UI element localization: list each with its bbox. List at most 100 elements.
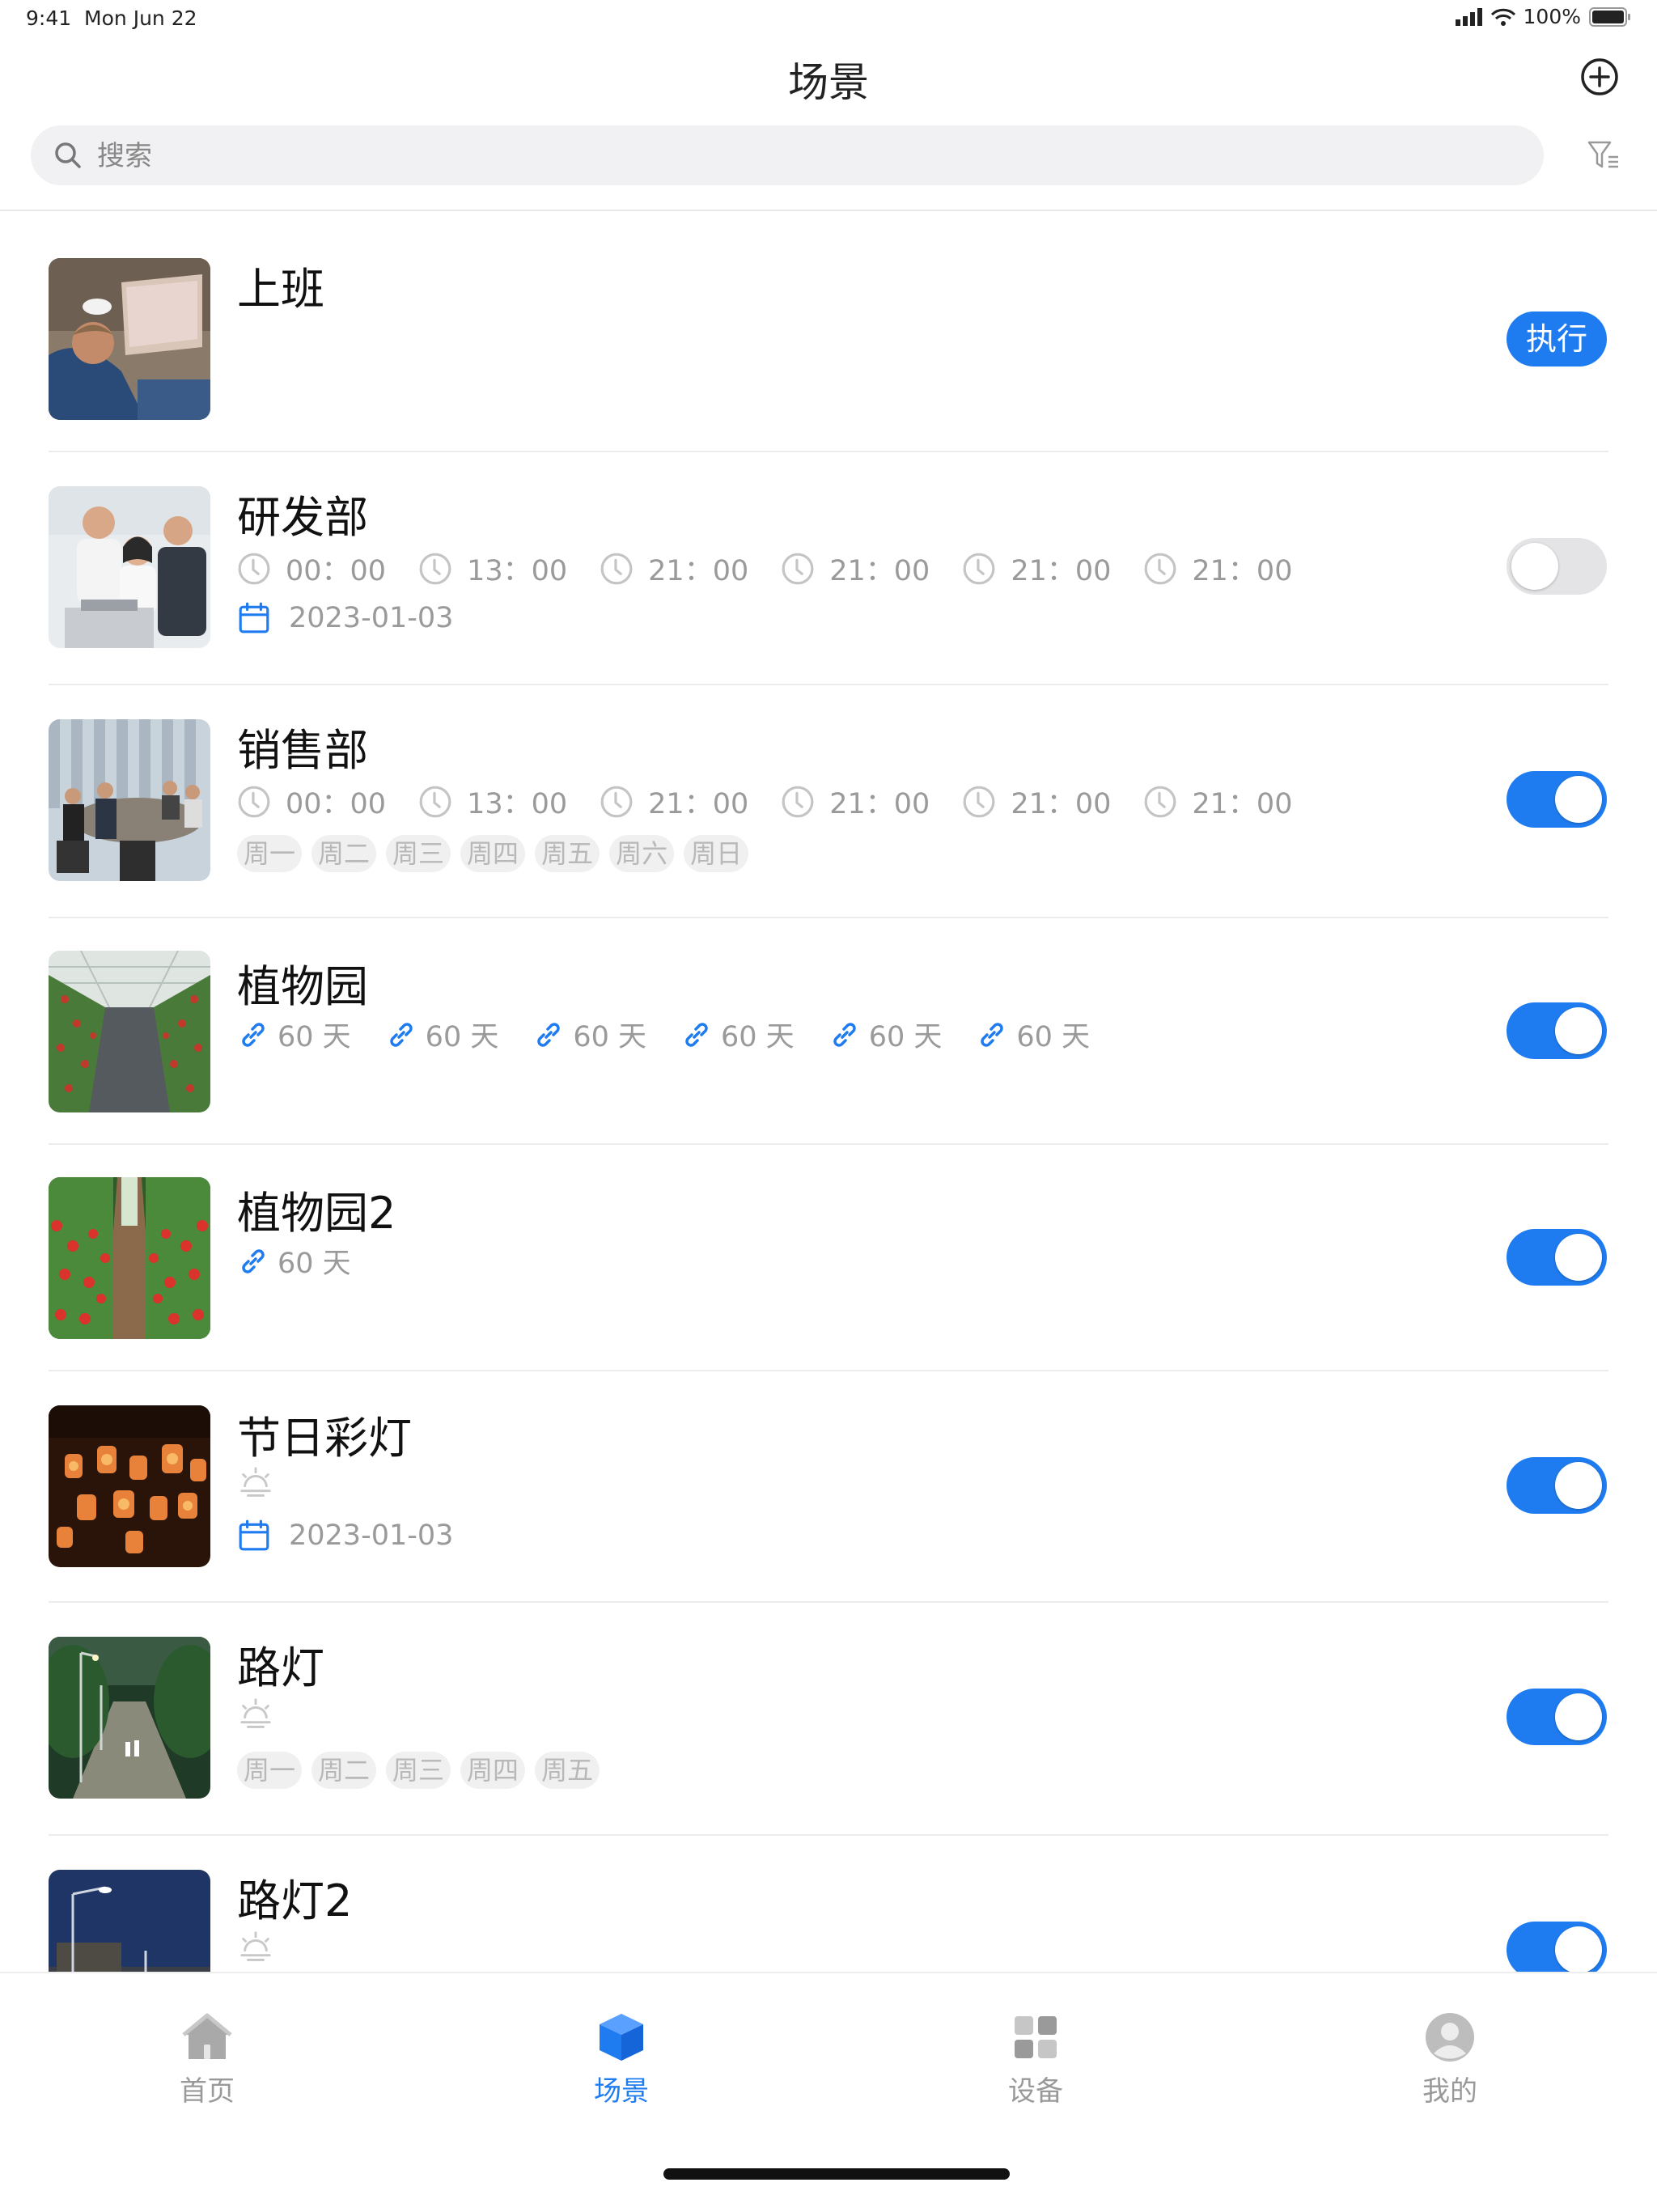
link-item: 60 天 — [385, 1014, 498, 1055]
time-item: 21：00 — [600, 548, 748, 589]
toggle-knob — [1555, 1234, 1602, 1281]
weekday-chip: 周四 — [460, 835, 526, 872]
clock-icon — [781, 552, 815, 586]
home-indicator — [663, 2168, 1010, 2180]
scene-row[interactable]: 植物园 60 天 60 天 60 天 60 天 60 天 60 天 — [0, 918, 1657, 1145]
clock-icon — [962, 785, 996, 819]
status-right: 100% — [1455, 5, 1631, 28]
sunrise-icon — [237, 1465, 274, 1502]
scene-row[interactable]: 路灯 周一 周二 周三 周四 周五 — [0, 1603, 1657, 1836]
filter-icon — [1587, 141, 1618, 168]
tab-scene[interactable]: 场景 — [540, 1973, 702, 2108]
scene-row[interactable]: 路灯2 — [0, 1836, 1657, 1972]
clock-icon — [237, 552, 271, 586]
scene-title: 研发部 — [237, 492, 368, 543]
weekday-chip: 周二 — [311, 835, 377, 872]
scene-title: 路灯2 — [237, 1875, 353, 1926]
link-item: 60 天 — [237, 1240, 351, 1282]
link-icon — [237, 1245, 269, 1278]
scene-title: 上班 — [237, 264, 324, 315]
time-item: 21：00 — [962, 781, 1111, 822]
calendar-icon — [237, 1519, 271, 1553]
scene-image-office — [49, 258, 210, 420]
clock-icon — [781, 785, 815, 819]
scene-row[interactable]: 销售部 00：00 13：00 21：00 21：00 21：00 21：00 … — [0, 685, 1657, 918]
clock-icon — [1143, 552, 1177, 586]
link-list: 60 天 60 天 60 天 60 天 60 天 60 天 — [237, 1014, 1124, 1055]
scene-row[interactable]: 植物园2 60 天 — [0, 1145, 1657, 1371]
scene-title: 销售部 — [237, 725, 368, 776]
link-icon — [385, 1019, 417, 1051]
clock-icon — [600, 552, 634, 586]
link-icon — [828, 1019, 861, 1051]
status-time: 9:41 Mon Jun 22 — [26, 6, 197, 30]
scene-row[interactable]: 节日彩灯 2023-01-03 — [0, 1371, 1657, 1603]
weekday-chip: 周五 — [535, 835, 600, 872]
time-item: 13：00 — [418, 781, 567, 822]
scene-image-greenhouse — [49, 951, 210, 1112]
weekday-chip: 周六 — [609, 835, 675, 872]
scene-toggle[interactable] — [1507, 1922, 1607, 1972]
scene-title: 路灯 — [237, 1642, 324, 1693]
link-item: 60 天 — [828, 1014, 942, 1055]
page-title: 场景 — [788, 59, 869, 106]
scene-image-street-lamp-night — [49, 1870, 210, 1972]
time-list: 00：00 13：00 21：00 21：00 21：00 21：00 — [237, 548, 1324, 589]
scene-title: 植物园 — [237, 961, 368, 1012]
tab-home[interactable]: 首页 — [126, 1973, 288, 2108]
link-icon — [680, 1019, 713, 1051]
toggle-knob — [1555, 1007, 1602, 1054]
tab-devices[interactable]: 设备 — [955, 1973, 1117, 2108]
scene-toggle[interactable] — [1507, 1457, 1607, 1514]
link-icon — [532, 1019, 565, 1051]
scene-toggle[interactable] — [1507, 771, 1607, 828]
search-bar[interactable] — [31, 125, 1544, 187]
scene-image-conference-room — [49, 719, 210, 881]
home-icon — [182, 2013, 232, 2059]
date-row: 2023-01-03 — [237, 1519, 453, 1553]
wifi-icon — [1490, 8, 1515, 26]
link-item: 60 天 — [680, 1014, 795, 1055]
execute-button[interactable]: 执行 — [1507, 311, 1607, 367]
link-item: 60 天 — [237, 1014, 351, 1055]
add-scene-button[interactable] — [1579, 57, 1620, 97]
date-row: 2023-01-03 — [237, 601, 453, 635]
time-item: 00：00 — [237, 548, 386, 589]
search-input[interactable] — [95, 125, 1474, 187]
tab-label: 我的 — [1422, 2075, 1477, 2108]
weekday-chip: 周三 — [386, 1752, 451, 1789]
toggle-knob — [1555, 1693, 1602, 1740]
scene-toggle[interactable] — [1507, 1229, 1607, 1286]
clock-icon — [418, 785, 452, 819]
cube-icon — [600, 2014, 643, 2061]
scene-image-tomato-greenhouse — [49, 1177, 210, 1339]
scene-list[interactable]: 上班 执行 研发部 00：00 13：00 21：00 21：00 21：00 … — [0, 211, 1657, 1972]
toggle-knob — [1555, 1926, 1602, 1972]
scene-row[interactable]: 研发部 00：00 13：00 21：00 21：00 21：00 21：00 … — [0, 452, 1657, 685]
status-bar: 9:41 Mon Jun 22 100% — [0, 0, 1657, 39]
grid-icon — [1015, 2016, 1057, 2058]
tab-mine[interactable]: 我的 — [1369, 1973, 1531, 2108]
weekday-chip: 周一 — [237, 1752, 303, 1789]
weekday-chip: 周日 — [684, 835, 749, 872]
scene-title: 节日彩灯 — [237, 1413, 412, 1464]
time-item: 21：00 — [1143, 548, 1292, 589]
scene-title: 植物园2 — [237, 1188, 396, 1239]
scene-toggle[interactable] — [1507, 1689, 1607, 1745]
battery-percent: 100% — [1523, 5, 1581, 28]
tab-label: 首页 — [180, 2075, 235, 2108]
tab-label: 场景 — [594, 2075, 649, 2108]
scene-toggle[interactable] — [1507, 538, 1607, 595]
search-icon — [55, 142, 81, 168]
scene-toggle[interactable] — [1507, 1002, 1607, 1059]
user-icon — [1426, 2013, 1474, 2062]
time-item: 00：00 — [237, 781, 386, 822]
link-icon — [237, 1019, 269, 1051]
time-item: 21：00 — [1143, 781, 1292, 822]
scene-row[interactable]: 上班 执行 — [0, 211, 1657, 452]
time-item: 21：00 — [781, 548, 930, 589]
weekday-chip: 周五 — [535, 1752, 600, 1789]
weekday-chips: 周一 周二 周三 周四 周五 周六 周日 — [237, 835, 758, 872]
filter-button[interactable] — [1586, 138, 1621, 173]
time-item: 21：00 — [962, 548, 1111, 589]
